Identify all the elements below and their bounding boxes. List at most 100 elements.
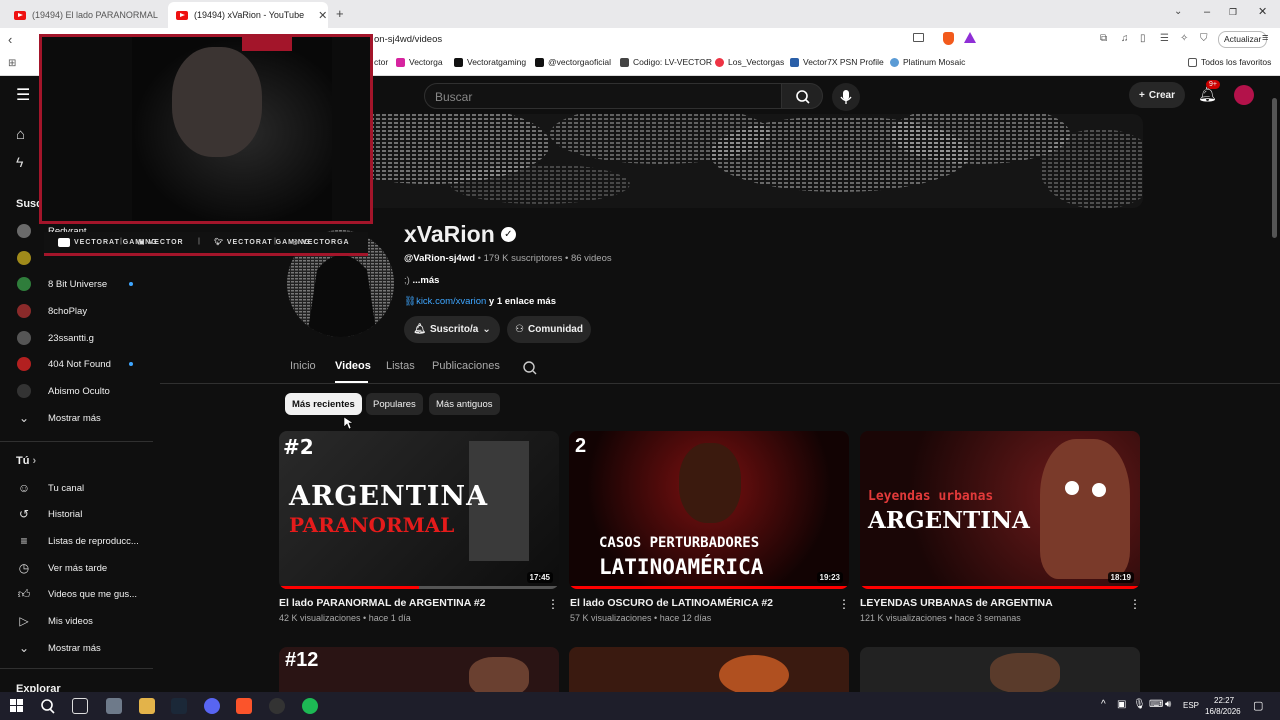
shorts-icon[interactable]: ϟ [16, 154, 23, 170]
video-thumbnail[interactable]: #2 ARGENTINA PARANORMAL 17:45 [279, 431, 559, 589]
leo-icon[interactable]: ✧ [1180, 33, 1188, 44]
browser-tab-1[interactable]: (19494) El lado PARANORMAL de AR [6, 2, 166, 28]
video-title[interactable]: LEYENDAS URBANAS de ARGENTINA [860, 597, 1053, 609]
creature [1040, 439, 1130, 579]
more-options-icon[interactable]: ⋮ [1129, 597, 1141, 611]
bookmark-item[interactable]: Vectorga [396, 57, 443, 67]
subscription-item[interactable]: 8 Bit Universe [0, 271, 155, 297]
face [679, 443, 741, 523]
sidebar-item-watch-later[interactable]: ◷ Ver más tarde [0, 555, 155, 581]
bookmark-item[interactable]: Vector7X PSN Profile [790, 57, 884, 67]
back-icon[interactable]: ‹ [8, 32, 12, 47]
bookmark-item[interactable]: Vectoratgaming [454, 57, 526, 67]
network-icon[interactable]: ⌨ [1149, 699, 1163, 710]
account-avatar[interactable] [1234, 85, 1254, 105]
bookmark-item[interactable]: Codigo: LV-VECTOR [620, 57, 712, 67]
sidebar-item-liked-videos[interactable]: 👍︎ Videos que me gus... [0, 581, 155, 607]
restore-icon[interactable]: ❐ [1229, 7, 1237, 18]
clock-date[interactable]: 16/8/2026 [1205, 707, 1241, 716]
menu-icon[interactable]: ≡ [1262, 32, 1268, 44]
file-explorer-icon[interactable] [139, 698, 155, 714]
channel-links[interactable]: ⛓kick.com/xvarion y 1 enlace más [404, 296, 556, 307]
tab-home[interactable]: Inicio [290, 360, 316, 372]
all-favorites[interactable]: Todos los favoritos [1188, 57, 1271, 67]
tab-posts[interactable]: Publicaciones [432, 360, 500, 372]
app-icon[interactable] [106, 698, 122, 714]
sidebar-item-your-channel[interactable]: ☺ Tu canal [0, 475, 155, 501]
new-content-dot [129, 282, 133, 286]
page-scrollbar[interactable] [1272, 98, 1277, 238]
close-window-icon[interactable]: ✕ [1258, 5, 1267, 18]
home-icon[interactable]: ⌂ [16, 126, 25, 143]
language-indicator[interactable]: ESP [1183, 701, 1199, 710]
video-thumbnail[interactable] [860, 647, 1140, 692]
task-view-icon[interactable] [72, 698, 88, 714]
steam-icon[interactable] [171, 698, 187, 714]
sidebar-item-history[interactable]: ↺ Historial [0, 501, 155, 527]
app-tray-icon[interactable]: ▣ [1117, 699, 1126, 710]
extensions-icon[interactable]: ⧉ [1100, 33, 1107, 44]
music-icon[interactable]: ♫ [1121, 33, 1129, 44]
sidebar-item-playlists[interactable]: ≡ Listas de reproducc... [0, 528, 155, 554]
url-field[interactable]: on-sj4wd/videos [374, 34, 442, 45]
search-input[interactable]: Buscar [424, 83, 782, 109]
tab-playlists[interactable]: Listas [386, 360, 415, 372]
hamburger-menu-icon[interactable]: ☰ [16, 85, 30, 105]
search-button[interactable] [781, 83, 823, 109]
more-options-icon[interactable]: ⋮ [547, 597, 559, 611]
search-channel-icon[interactable] [522, 360, 538, 376]
video-thumbnail[interactable]: #12 [279, 647, 559, 692]
subscription-item[interactable]: Abismo Oculto [0, 378, 155, 404]
close-tab-icon[interactable]: ✕ [318, 9, 327, 22]
video-thumbnail[interactable]: 2 CASOS PERTURBADORES LATINOAMÉRICA 19:2… [569, 431, 849, 589]
brave-icon[interactable] [236, 698, 252, 714]
vpn-icon[interactable]: ⛉ [1200, 33, 1208, 44]
update-button[interactable]: Actualizar [1218, 31, 1268, 48]
video-thumbnail[interactable]: Leyendas urbanas ARGENTINA 18:19 [860, 431, 1140, 589]
browser-tab-2[interactable]: (19494) xVaRion - YouTube ✕ [168, 2, 328, 28]
chip-most-recent[interactable]: Más recientes [285, 393, 362, 415]
voice-search-button[interactable] [832, 83, 860, 111]
bookmarks-icon[interactable]: ☰ [1160, 33, 1169, 44]
bookmark-item[interactable]: ctor [374, 57, 388, 67]
apps-grid-icon[interactable]: ⊞ [8, 58, 16, 69]
video-title[interactable]: El lado PARANORMAL de ARGENTINA #2 [279, 597, 486, 609]
more-options-icon[interactable]: ⋮ [838, 597, 850, 611]
video-title[interactable]: El lado OSCURO de LATINOAMÉRICA #2 [570, 597, 773, 609]
chip-popular[interactable]: Populares [366, 393, 423, 415]
new-tab-icon[interactable]: + [336, 6, 344, 21]
create-button[interactable]: + Crear [1129, 82, 1185, 108]
windows-start-icon[interactable] [10, 699, 24, 713]
volume-icon[interactable]: 🔊︎ [1165, 699, 1171, 710]
channel-description[interactable]: ;) ...más [404, 275, 439, 286]
community-button[interactable]: ⚇ Comunidad [507, 316, 591, 343]
search-icon[interactable] [40, 698, 56, 714]
brave-rewards-icon[interactable] [964, 32, 976, 43]
cast-icon[interactable] [913, 33, 924, 42]
minimize-icon[interactable]: – [1204, 6, 1210, 18]
you-section-link[interactable]: Tú › [16, 455, 36, 467]
chevron-down-icon[interactable]: ⌄ [1174, 6, 1182, 17]
sidebar-icon[interactable]: ▯ [1140, 33, 1146, 44]
subscription-item[interactable]: 404 Not Found [0, 351, 155, 377]
brave-shield-icon[interactable] [943, 32, 954, 45]
subscription-item[interactable]: 8choPlay [0, 298, 155, 324]
bookmark-item[interactable]: Platinum Mosaic [890, 57, 965, 67]
chip-oldest[interactable]: Más antiguos [429, 393, 500, 415]
bookmark-item[interactable]: Los_Vectorgas [715, 57, 784, 67]
clock-time[interactable]: 22:27 [1214, 696, 1234, 705]
sidebar-item-my-videos[interactable]: ▷ Mis videos [0, 608, 155, 634]
notifications-icon[interactable]: ▢ [1253, 699, 1263, 712]
discord-icon[interactable] [204, 698, 220, 714]
bookmark-item[interactable]: @vectorgaoficial [535, 57, 611, 67]
sidebar-item-show-more[interactable]: ⌄ Mostrar más [0, 635, 155, 661]
mic-tray-icon[interactable]: 🎙︎ [1133, 699, 1146, 710]
subscribed-button[interactable]: 🔔︎ Suscrito/a ⌄ [404, 316, 500, 343]
obs-icon[interactable] [269, 698, 285, 714]
chevron-up-icon[interactable]: ^ [1101, 699, 1106, 710]
show-more-subs[interactable]: ⌄ Mostrar más [0, 405, 155, 431]
tab-videos[interactable]: Videos [335, 360, 371, 372]
video-thumbnail[interactable] [569, 647, 849, 692]
subscription-item[interactable]: 23ssantti.g [0, 325, 155, 351]
spotify-icon[interactable] [302, 698, 318, 714]
